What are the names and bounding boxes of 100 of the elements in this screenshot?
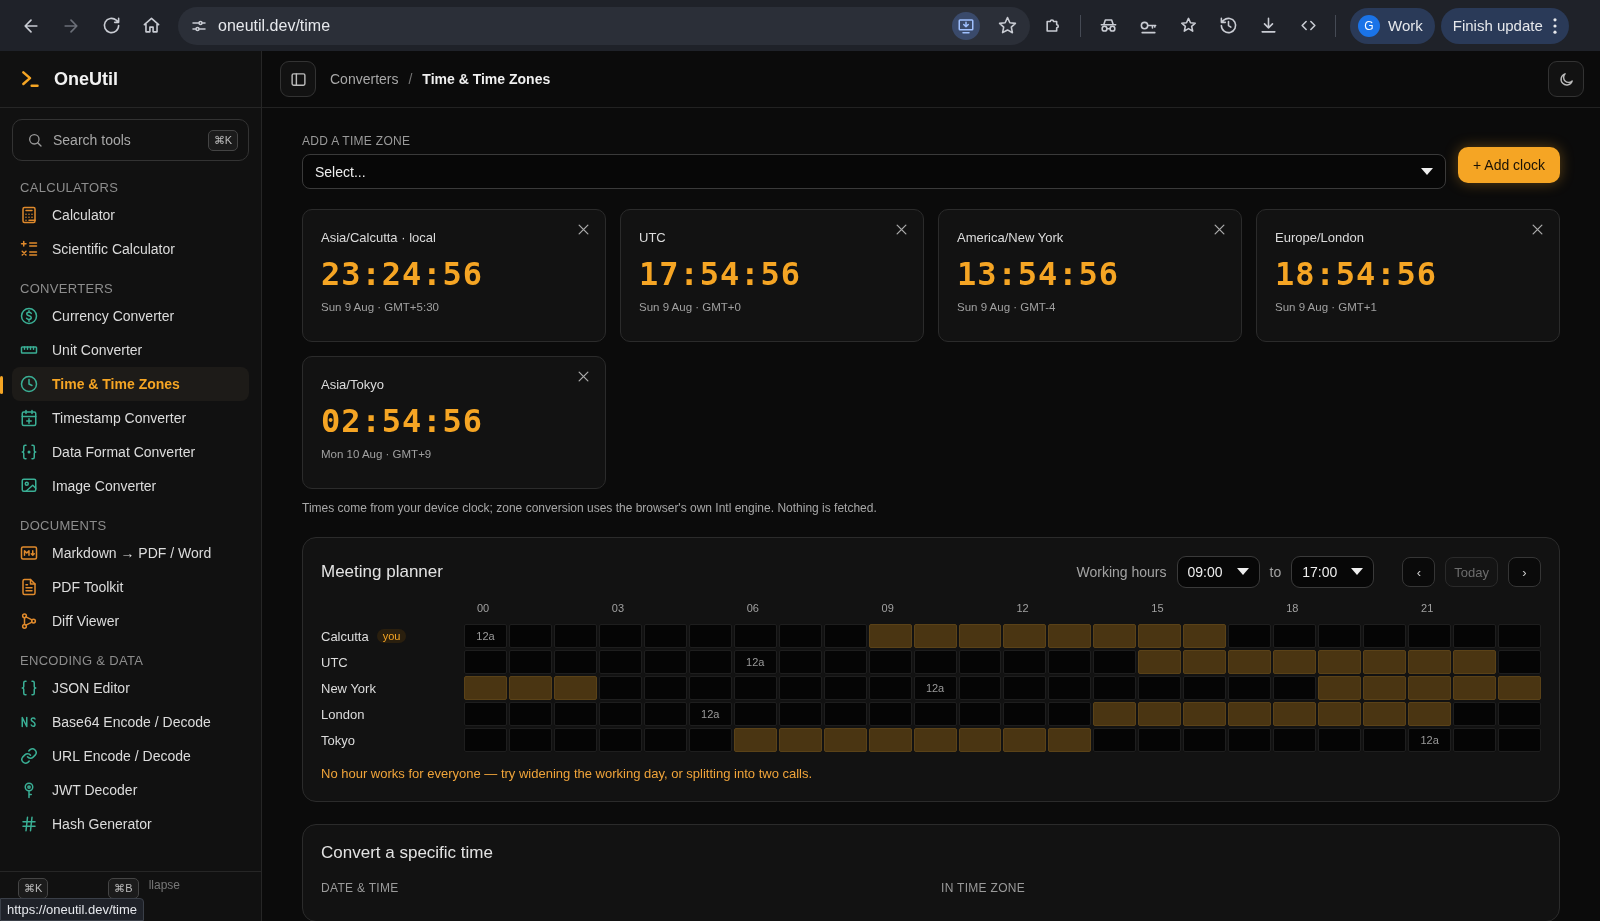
hour-tick: 12 <box>1016 602 1029 614</box>
install-icon <box>957 16 975 35</box>
range-separator: to <box>1269 564 1282 580</box>
close-icon <box>576 369 591 384</box>
section-heading: CALCULATORS <box>19 179 120 197</box>
logo-icon <box>20 69 40 89</box>
sidebar-item[interactable]: Timestamp Converter <box>12 401 249 435</box>
zone-name: America/New York <box>957 230 1064 245</box>
zone-label: Calcutta <box>321 628 369 644</box>
link-preview: https://oneutil.dev/time <box>0 898 145 921</box>
sidebar-item[interactable]: Currency Converter <box>12 299 249 333</box>
sidebar-item[interactable]: PDF Toolkit <box>12 570 249 604</box>
close-icon <box>576 222 591 237</box>
zone-name: Asia/Tokyo <box>321 377 384 392</box>
clock-date: Sun 9 Aug · GMT+5:30 <box>321 301 439 313</box>
clock-date: Mon 10 Aug · GMT+9 <box>321 448 432 460</box>
markdown-icon <box>20 544 38 562</box>
warning-message: No hour works for everyone — try widening the working day, or splitting into two calls. <box>321 765 814 783</box>
section-heading: DOCUMENTS <box>19 517 108 535</box>
incognito-icon <box>1098 16 1118 35</box>
zone-name: Asia/Calcutta · local <box>321 230 436 245</box>
clock-date: Sun 9 Aug · GMT-4 <box>957 301 1056 313</box>
hour-tick: 09 <box>881 602 894 614</box>
clock-time: 02:54:56 <box>321 402 484 440</box>
add-clock-button[interactable]: + Add clock <box>1458 147 1560 183</box>
close-icon <box>1212 222 1227 237</box>
caret-icon <box>1421 167 1433 176</box>
calculator-icon <box>20 206 38 224</box>
zone-label: Tokyo <box>321 732 355 748</box>
sidebar-item[interactable]: Base64 Encode / Decode <box>12 705 249 739</box>
search-field[interactable]: Search tools ⌘K <box>12 119 249 161</box>
caret-icon <box>1351 568 1364 576</box>
hour-cell: 12a <box>688 702 732 726</box>
sidebar-item[interactable]: Scientific Calculator <box>12 232 249 266</box>
sidebar-item[interactable]: JWT Decoder <box>12 773 249 807</box>
moon-icon <box>1557 70 1575 88</box>
end-hour-select[interactable]: 17:00 <box>1291 556 1375 588</box>
address-bar[interactable]: oneutil.dev/time <box>178 6 1030 45</box>
clock-time: 23:24:56 <box>321 255 484 293</box>
time-zone-select[interactable]: Select... <box>302 154 1446 189</box>
nav-button[interactable]: › <box>1508 557 1541 587</box>
calendar-icon <box>20 409 38 427</box>
card-title: Convert a specific time <box>321 843 493 862</box>
panel-icon <box>289 70 307 88</box>
field-label: IN TIME ZONE <box>941 881 1027 895</box>
reload-icon <box>101 16 121 35</box>
image-icon <box>20 477 38 495</box>
hour-tick: 15 <box>1151 602 1164 614</box>
update-button[interactable]: Finish update <box>1440 7 1569 44</box>
field-label: ADD A TIME ZONE <box>302 134 412 148</box>
zone-name: Europe/London <box>1275 230 1364 245</box>
star-icon <box>997 16 1017 35</box>
braces-icon <box>20 443 38 461</box>
zone-label: New York <box>321 680 376 696</box>
shortcut-key: ⌘K <box>18 878 49 899</box>
close-icon <box>894 222 909 237</box>
footer-text: llapse <box>148 878 181 892</box>
link-icon <box>20 747 38 765</box>
profile-button[interactable]: G Work <box>1350 7 1435 44</box>
breadcrumb-item[interactable]: Converters <box>330 71 399 87</box>
branch-icon <box>20 612 38 630</box>
search-icon <box>27 132 43 148</box>
sidebar-item[interactable]: URL Encode / Decode <box>12 739 249 773</box>
start-hour-select[interactable]: 09:00 <box>1176 556 1260 588</box>
sidebar-item[interactable]: Hash Generator <box>12 807 249 841</box>
shortcut-key: ⌘B <box>108 878 139 899</box>
hour-tick: 00 <box>477 602 490 614</box>
clock-icon <box>20 375 38 393</box>
home-icon <box>141 16 161 35</box>
theme-toggle-button[interactable] <box>1548 61 1584 97</box>
sidebar-item[interactable]: Diff Viewer <box>12 604 249 638</box>
zone-label: London <box>321 706 365 722</box>
hour-tick: 03 <box>611 602 625 614</box>
section-heading: CONVERTERS <box>19 280 115 298</box>
sidebar-toggle-button[interactable] <box>280 61 316 97</box>
sidebar-item[interactable]: Markdown → PDF / Word <box>12 536 249 570</box>
sidebar-item[interactable]: Image Converter <box>12 469 249 503</box>
info-note: Times come from your device clock; zone conversion uses the browser's own Intl engine. Nothing is fetched. <box>302 501 878 515</box>
app-name: OneUtil <box>54 68 118 90</box>
file-icon <box>20 578 38 596</box>
sidebar-item[interactable]: Calculator <box>12 198 249 232</box>
sidebar-item[interactable]: Data Format Converter <box>12 435 249 469</box>
you-badge: you <box>376 629 407 643</box>
card-title: Meeting planner <box>321 562 444 582</box>
sidebar-item[interactable]: Unit Converter <box>12 333 249 367</box>
zone-name: UTC <box>639 230 666 245</box>
hour-tick: 06 <box>746 602 759 614</box>
coin-icon <box>20 307 38 325</box>
hour-cell: 12a <box>1408 728 1452 752</box>
nav-button[interactable]: ‹ <box>1402 557 1436 587</box>
hour-cell: 12a <box>733 650 777 674</box>
caret-icon <box>1236 568 1249 576</box>
hour-cell: 12a <box>913 676 957 700</box>
close-icon <box>1530 222 1545 237</box>
field-label: DATE & TIME <box>321 881 400 895</box>
hash-icon <box>20 815 38 833</box>
hour-tick: 21 <box>1421 602 1434 614</box>
sidebar-item[interactable]: JSON Editor <box>12 671 249 705</box>
braces-icon <box>20 679 38 697</box>
hours-label: Working hours <box>1076 564 1167 580</box>
